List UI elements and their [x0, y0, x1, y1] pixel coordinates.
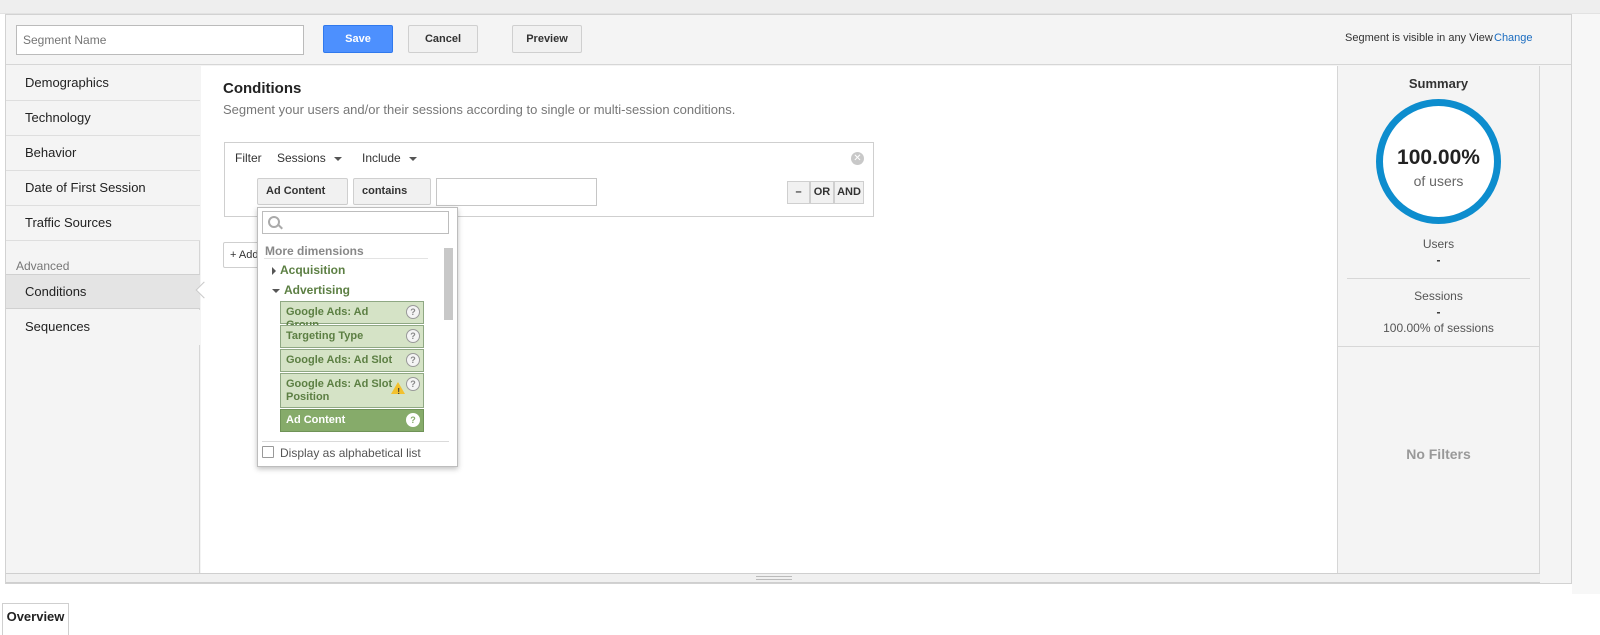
- dimension-option[interactable]: Google Ads: Ad Slot ?: [280, 349, 424, 372]
- cancel-button[interactable]: Cancel: [408, 25, 478, 53]
- include-dropdown[interactable]: Include: [362, 151, 417, 165]
- dimension-selector[interactable]: Ad Content: [257, 178, 348, 219]
- dimension-option[interactable]: Google Ads: Ad Group ?: [280, 301, 424, 331]
- category-label: Acquisition: [280, 263, 346, 277]
- users-label: Users: [1422, 237, 1455, 251]
- remove-condition-button[interactable]: –: [787, 181, 810, 204]
- scope-dropdown[interactable]: Sessions: [277, 151, 342, 165]
- sidebar-item-conditions[interactable]: Conditions: [6, 274, 200, 309]
- help-icon[interactable]: ?: [406, 329, 420, 343]
- chevron-down-icon: [408, 156, 417, 161]
- operator-selector[interactable]: contains: [353, 178, 431, 219]
- resize-grip-icon[interactable]: [756, 576, 792, 580]
- condition-value-input[interactable]: [436, 178, 597, 206]
- or-button[interactable]: OR: [810, 181, 834, 204]
- more-dimensions-label: More dimensions: [265, 244, 364, 258]
- section-divider: [264, 258, 428, 259]
- category-advertising[interactable]: Advertising: [272, 283, 350, 297]
- summary-divider: [1347, 278, 1530, 279]
- sidebar-section-advanced: Advanced: [16, 259, 70, 273]
- expand-arrow-icon: [272, 266, 276, 275]
- remove-filter-icon[interactable]: ✕: [851, 152, 864, 165]
- summary-title: Summary: [1408, 76, 1469, 91]
- category-acquisition[interactable]: Acquisition: [272, 263, 345, 277]
- category-label: Advertising: [284, 283, 351, 297]
- summary-divider: [1338, 346, 1539, 347]
- chevron-down-icon: [333, 156, 342, 161]
- help-icon[interactable]: ?: [406, 353, 420, 367]
- sidebar-item-technology[interactable]: Technology: [6, 101, 200, 136]
- sessions-label: Sessions: [1414, 289, 1463, 303]
- collapse-arrow-icon: [272, 288, 280, 293]
- no-filters-text: No Filters: [1406, 446, 1471, 462]
- dimension-option[interactable]: Targeting Type ?: [280, 325, 424, 348]
- top-strip: [0, 0, 1600, 14]
- dropdown-scrollbar[interactable]: [444, 248, 453, 320]
- dimension-value: Ad Content: [266, 185, 326, 197]
- search-icon: [268, 216, 280, 228]
- users-percent-label: of users: [1413, 173, 1464, 189]
- option-label: Google Ads: Ad Slot Position: [286, 378, 393, 403]
- help-icon[interactable]: ?: [406, 413, 420, 427]
- users-value: -: [1436, 253, 1441, 267]
- preview-button[interactable]: Preview: [512, 25, 582, 53]
- sessions-percent: 100.00% of sessions: [1383, 321, 1494, 335]
- page-title: Conditions: [223, 80, 302, 97]
- users-percent-value: 100.00%: [1397, 146, 1480, 169]
- sidebar-item-behavior[interactable]: Behavior: [6, 136, 200, 171]
- dimension-option-selected[interactable]: Ad Content ?: [280, 409, 424, 432]
- page-scrollbar-track[interactable]: [1572, 14, 1600, 594]
- sidebar-item-date-of-first-session[interactable]: Date of First Session: [6, 171, 200, 206]
- segment-name-input[interactable]: [16, 25, 304, 55]
- dropdown-divider: [262, 441, 449, 442]
- include-value: Include: [362, 151, 401, 165]
- tab-overview[interactable]: Overview: [2, 603, 69, 635]
- change-visibility-link[interactable]: Change: [1494, 32, 1533, 44]
- sidebar-item-sequences[interactable]: Sequences: [6, 310, 200, 345]
- dimension-option[interactable]: Google Ads: Ad Slot Position ! ?: [280, 373, 424, 408]
- sidebar-item-traffic-sources[interactable]: Traffic Sources: [6, 206, 200, 241]
- option-label: Ad Content: [286, 414, 346, 426]
- help-icon[interactable]: ?: [406, 377, 420, 391]
- help-icon[interactable]: ?: [406, 305, 420, 319]
- save-button[interactable]: Save: [323, 25, 393, 53]
- sidebar-item-demographics[interactable]: Demographics: [6, 66, 200, 101]
- scope-value: Sessions: [277, 151, 326, 165]
- option-label: Targeting Type: [286, 330, 364, 342]
- dimension-search-input[interactable]: [262, 211, 449, 234]
- sessions-value: -: [1436, 305, 1441, 319]
- page-subtitle: Segment your users and/or their sessions…: [223, 102, 736, 117]
- and-button[interactable]: AND: [834, 181, 864, 204]
- alphabetical-list-checkbox[interactable]: [262, 446, 274, 458]
- visibility-text: Segment is visible in any View: [1345, 32, 1493, 44]
- warning-mark: !: [397, 387, 400, 396]
- alphabetical-list-label[interactable]: Display as alphabetical list: [280, 446, 421, 460]
- operator-value: contains: [362, 185, 408, 197]
- option-label: Google Ads: Ad Slot: [286, 354, 393, 366]
- filter-label: Filter: [235, 151, 262, 165]
